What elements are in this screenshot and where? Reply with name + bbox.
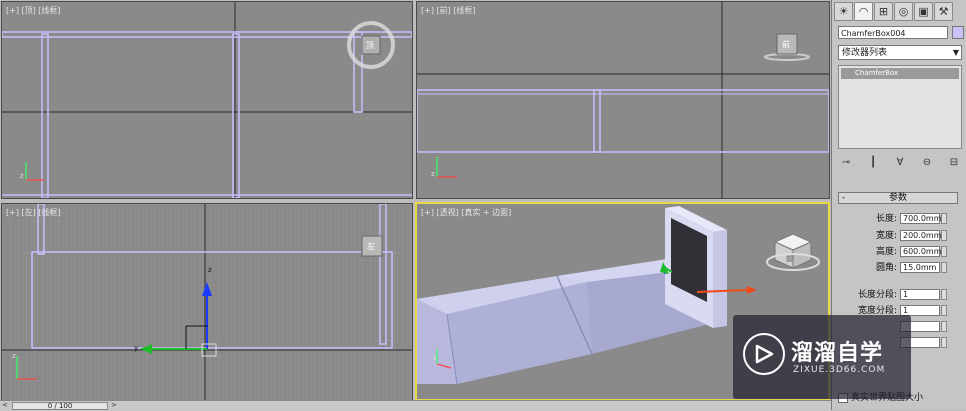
modifier-stack[interactable]: ChamferBox (838, 65, 962, 149)
spinner[interactable] (941, 230, 947, 241)
time-slider-label: 0 / 100 (47, 402, 73, 410)
param-length: 长度: 700.0mm (832, 213, 966, 225)
time-prev-button[interactable]: < (2, 401, 8, 409)
viewport-front[interactable]: [+] [前] [线框] z 前 (416, 1, 830, 199)
spinner[interactable] (941, 321, 947, 332)
chevron-down-icon: ▼ (952, 48, 959, 57)
watermark-url: ZIXUE.3D66.COM (793, 365, 886, 375)
param-width: 宽度: 200.0mm (832, 230, 966, 242)
axis-label-z: z (20, 172, 24, 180)
viewcube-face-label[interactable]: 前 (782, 39, 790, 50)
spinner[interactable] (941, 213, 947, 224)
viewport-label[interactable]: [+] [透视] [真实 + 边面] (421, 207, 511, 218)
viewport-left[interactable]: [+] [左] [线框] z y z 左 (1, 203, 413, 401)
param-length-segs: 长度分段: 1 (832, 289, 966, 301)
rollout-title: 参数 (888, 193, 907, 203)
time-next-button[interactable]: > (111, 401, 117, 409)
param-width-input[interactable]: 200.0mm (900, 230, 942, 241)
param-label: 长度分段: (857, 290, 897, 300)
watermark-overlay: 溜溜自学 ZIXUE.3D66.COM (733, 315, 911, 399)
play-triangle (755, 344, 774, 364)
command-panel-tabs: ☀ ◠ ⊞ ◎ ▣ ⚒ (834, 2, 953, 22)
viewcube-face-label[interactable]: 前 (786, 254, 793, 264)
status-bar: < 0 / 100 > (0, 400, 831, 411)
param-label: 圆角: (875, 263, 897, 273)
axis-label-z: z (431, 170, 435, 178)
param-length-segs-input[interactable]: 1 (900, 289, 940, 300)
time-slider[interactable]: 0 / 100 (12, 402, 108, 410)
param-label: 长度: (875, 214, 897, 224)
viewcube-face-label[interactable]: 顶 (366, 40, 374, 51)
utilities-tab-hammer-icon[interactable]: ⚒ (934, 2, 953, 21)
modifier-list-label: 修改器列表 (842, 48, 888, 58)
show-end-result-icon[interactable]: ┃ (865, 156, 881, 170)
param-length-input[interactable]: 700.0mm (900, 213, 942, 224)
param-fillet: 圆角: 15.0mm (832, 262, 966, 274)
spinner[interactable] (941, 305, 947, 316)
spinner[interactable] (941, 246, 947, 257)
spinner[interactable] (941, 337, 947, 348)
param-label: 宽度: (875, 231, 897, 241)
pin-stack-icon[interactable]: ⊸ (838, 156, 854, 170)
parameters-rollout-header[interactable]: - 参数 (838, 192, 958, 204)
axis-label-z: z (12, 352, 16, 360)
spinner[interactable] (941, 262, 947, 273)
object-color-swatch[interactable] (952, 26, 964, 39)
viewport-label[interactable]: [+] [前] [线框] (421, 5, 476, 16)
gizmo-label-y: y (134, 344, 139, 352)
viewport-label[interactable]: [+] [顶] [线框] (6, 5, 61, 16)
left-view-geometry (2, 204, 412, 400)
collapse-icon: - (842, 193, 846, 203)
display-tab-icon[interactable]: ▣ (914, 2, 933, 21)
stack-item-chamferbox[interactable]: ChamferBox (841, 68, 959, 79)
stack-toolbar: ⊸ ┃ ∀ ⊖ ⊟ (838, 156, 962, 172)
front-view-geometry (417, 2, 829, 198)
param-height: 高度: 600.0mm (832, 246, 966, 258)
modifier-list-dropdown[interactable]: 修改器列表 ▼ (838, 45, 962, 60)
object-name-field[interactable]: ChamferBox004 (838, 26, 948, 39)
viewcube-face-label[interactable]: 左 (367, 241, 375, 252)
configure-sets-icon[interactable]: ⊟ (946, 156, 962, 170)
motion-tab-icon[interactable]: ◎ (894, 2, 913, 21)
axis-label-z: z (433, 354, 437, 362)
create-tab-sun-icon[interactable]: ☀ (834, 2, 853, 21)
viewport-top[interactable]: [+] [顶] [线框] z 顶 (1, 1, 413, 199)
make-unique-icon[interactable]: ∀ (892, 156, 908, 170)
watermark-title: 溜溜自学 (791, 341, 884, 366)
modify-tab-arc-icon[interactable]: ◠ (854, 2, 873, 21)
param-height-input[interactable]: 600.0mm (900, 246, 942, 257)
spinner[interactable] (941, 289, 947, 300)
remove-modifier-icon[interactable]: ⊖ (919, 156, 935, 170)
viewport-label[interactable]: [+] [左] [线框] (6, 207, 61, 218)
param-label: 高度: (875, 247, 897, 257)
hierarchy-tab-icon[interactable]: ⊞ (874, 2, 893, 21)
play-logo-icon (743, 333, 785, 375)
top-view-geometry (2, 2, 412, 198)
gizmo-label-z: z (208, 266, 212, 274)
param-fillet-input[interactable]: 15.0mm (900, 262, 940, 273)
